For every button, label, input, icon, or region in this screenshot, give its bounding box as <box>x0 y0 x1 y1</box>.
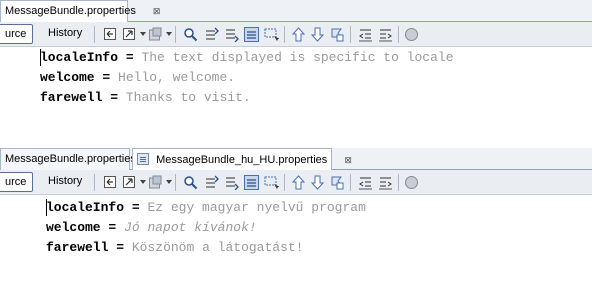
tab-messagebundle-hu-hu-properties[interactable]: MessageBundle_hu_HU.properties ⊠ <box>132 148 352 171</box>
shift-up-icon[interactable] <box>291 175 306 190</box>
toolbar-separator <box>284 26 285 43</box>
chevron-down-icon[interactable] <box>166 180 172 184</box>
property-value: Köszönöm a látogatást! <box>131 240 304 255</box>
close-tab-icon[interactable]: ⊠ <box>153 6 161 17</box>
property-line-localeinfo[interactable]: localeInfo = The text displayed is speci… <box>40 49 454 67</box>
back-icon[interactable] <box>103 27 118 42</box>
tab-label: MessageBundle.properties <box>5 153 136 165</box>
find-previous-icon[interactable] <box>204 175 219 190</box>
property-equals: = <box>108 220 117 235</box>
property-equals: = <box>131 200 140 215</box>
property-key: farewell <box>46 240 109 255</box>
shift-left-icon[interactable] <box>358 175 373 190</box>
shift-left-icon[interactable] <box>358 27 373 42</box>
chevron-down-icon[interactable] <box>166 32 172 36</box>
find-icon[interactable] <box>183 27 198 42</box>
find-next-icon[interactable] <box>224 175 239 190</box>
toggle-highlight-icon[interactable] <box>244 175 259 190</box>
forward-history-icon[interactable] <box>122 27 137 42</box>
editor-panel-hungarian: MessageBundle.properties ⊠ MessageBundle… <box>0 148 592 302</box>
find-next-icon[interactable] <box>224 27 239 42</box>
tab-messagebundle-properties[interactable]: MessageBundle.properties ⊠ <box>0 148 160 171</box>
toolbar-separator <box>94 174 95 191</box>
chevron-down-icon[interactable] <box>140 180 146 184</box>
property-line-localeinfo[interactable]: localeInfo = Ez egy magyar nyelvű progra… <box>46 199 366 217</box>
property-equals: = <box>125 50 134 65</box>
source-button[interactable]: urce <box>0 24 34 44</box>
close-tab-icon[interactable]: ⊠ <box>344 155 352 166</box>
toolbar-separator <box>398 174 399 191</box>
last-edit-icon[interactable] <box>148 27 163 42</box>
toolbar-separator <box>175 26 176 43</box>
rectangular-select-icon[interactable] <box>264 175 279 190</box>
property-value: Thanks to visit. <box>125 90 251 105</box>
property-equals: = <box>110 90 119 105</box>
property-line-welcome[interactable]: welcome = Hello, welcome. <box>40 69 235 87</box>
toggle-bookmark-icon[interactable] <box>330 27 345 42</box>
property-key: welcome <box>40 70 95 85</box>
history-button[interactable]: History <box>42 172 88 192</box>
toolbar-separator <box>284 174 285 191</box>
toolbar-separator <box>175 174 176 191</box>
toolbar-separator <box>350 174 351 191</box>
property-equals: = <box>102 70 111 85</box>
toolbar-separator <box>350 26 351 43</box>
shift-right-icon[interactable] <box>378 175 393 190</box>
property-line-farewell[interactable]: farewell = Köszönöm a látogatást! <box>46 239 304 257</box>
property-key: localeInfo <box>40 50 119 65</box>
code-editor[interactable]: localeInfo = The text displayed is speci… <box>0 47 592 140</box>
history-button[interactable]: History <box>42 24 88 44</box>
editor-panel-english: MessageBundle.properties ⊠ urce History … <box>0 0 592 140</box>
shift-right-icon[interactable] <box>378 27 393 42</box>
properties-file-icon <box>137 153 149 165</box>
chevron-down-icon[interactable] <box>140 32 146 36</box>
property-equals: = <box>116 240 125 255</box>
find-icon[interactable] <box>183 175 198 190</box>
property-value: Hello, welcome. <box>118 70 236 85</box>
property-value: Ez egy magyar nyelvű program <box>147 200 366 215</box>
property-key: farewell <box>40 90 103 105</box>
tab-messagebundle-properties[interactable]: MessageBundle.properties ⊠ <box>0 0 160 23</box>
rectangular-select-icon[interactable] <box>264 27 279 42</box>
shift-down-icon[interactable] <box>310 175 325 190</box>
forward-history-icon[interactable] <box>122 175 137 190</box>
last-edit-icon[interactable] <box>148 175 163 190</box>
tab-label: MessageBundle.properties <box>5 5 136 17</box>
toggle-highlight-icon[interactable] <box>244 27 259 42</box>
source-button[interactable]: urce <box>0 172 34 192</box>
property-line-welcome[interactable]: welcome = Jó napot kívánok! <box>46 219 257 237</box>
code-editor[interactable]: localeInfo = Ez egy magyar nyelvű progra… <box>0 195 592 302</box>
editor-tab-strip: MessageBundle.properties ⊠ MessageBundle… <box>0 148 592 171</box>
back-icon[interactable] <box>103 175 118 190</box>
editor-tab-strip: MessageBundle.properties ⊠ <box>0 0 592 23</box>
shift-up-icon[interactable] <box>291 27 306 42</box>
editor-toolbar: urce History <box>0 170 592 195</box>
toolbar-separator <box>94 26 95 43</box>
toggle-bookmark-icon[interactable] <box>330 175 345 190</box>
editor-toolbar: urce History <box>0 22 592 47</box>
tab-label: MessageBundle_hu_HU.properties <box>156 154 328 166</box>
property-line-farewell[interactable]: farewell = Thanks to visit. <box>40 89 251 107</box>
property-key: localeInfo <box>46 200 125 215</box>
property-value: Jó napot kívánok! <box>124 220 257 235</box>
toolbar-separator <box>398 26 399 43</box>
property-value: The text displayed is specific to locale <box>141 50 454 65</box>
record-macro-icon[interactable] <box>404 175 419 190</box>
find-previous-icon[interactable] <box>204 27 219 42</box>
shift-down-icon[interactable] <box>310 27 325 42</box>
property-key: welcome <box>46 220 101 235</box>
record-macro-icon[interactable] <box>404 27 419 42</box>
